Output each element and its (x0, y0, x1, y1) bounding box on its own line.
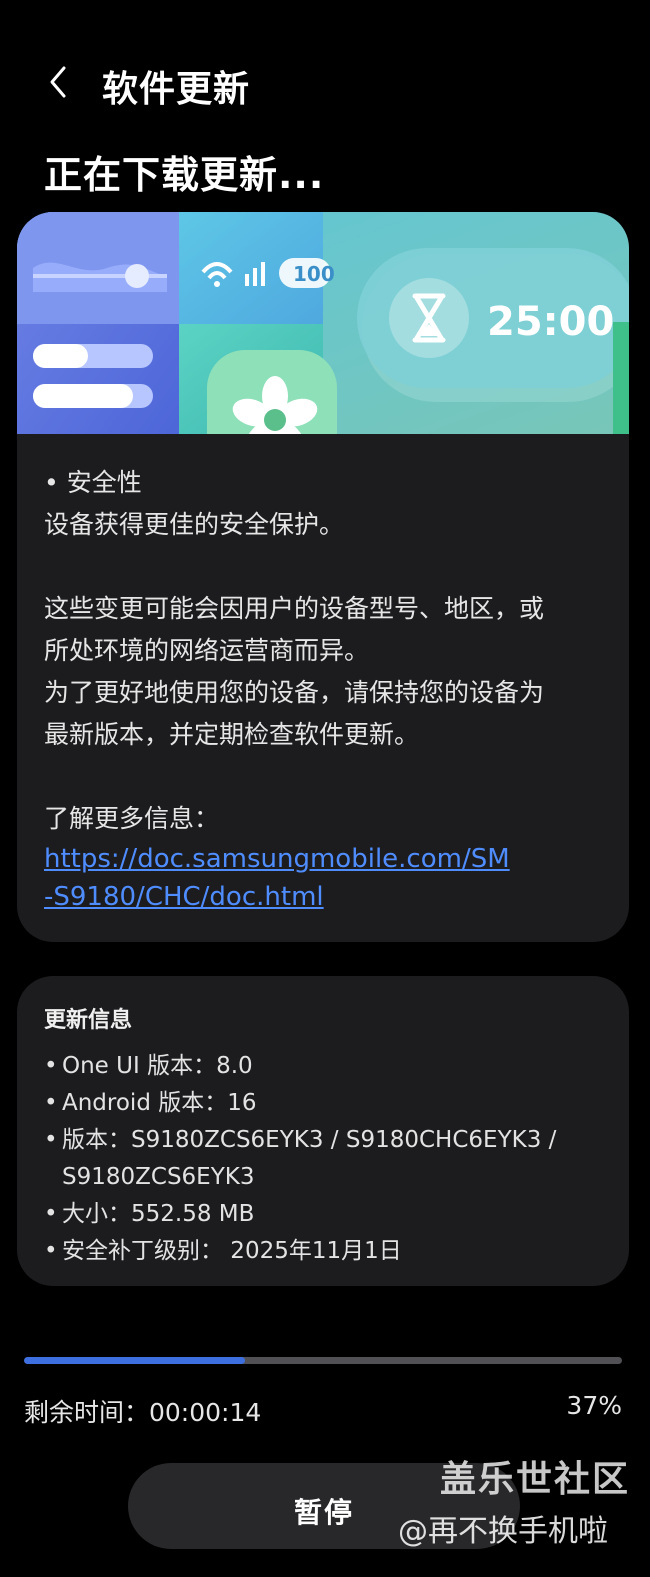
progress-percent: 37% (566, 1391, 622, 1420)
variance-note-line: 这些变更可能会因用户的设备型号、地区，或 (44, 594, 545, 623)
download-progress-fill (24, 1357, 246, 1364)
update-info-list: One UI 版本：8.0 Android 版本：16 版本：S9180ZCS6… (44, 1048, 609, 1270)
build-version: 版本：S9180ZCS6EYK3 / S9180CHC6EYK3 / S9180… (44, 1122, 609, 1196)
battery-level: 100 (293, 262, 335, 286)
release-notes-card: 100 25:00 • 安全性 设备获得更佳的安全保护。 这些变更可能会因用户的… (17, 212, 629, 942)
watermark-user: @再不换手机啦 (398, 1514, 608, 1549)
advice-note-line: 为了更好地使用您的设备，请保持您的设备为 (44, 678, 545, 707)
release-notes-link-line[interactable]: -S9180/CHC/doc.html (44, 878, 604, 916)
release-notes-link[interactable]: https://doc.samsungmobile.com/SM -S9180/… (44, 840, 604, 916)
update-info-card: 更新信息 One UI 版本：8.0 Android 版本：16 版本：S918… (17, 976, 629, 1286)
page-title: 正在下载更新... (44, 153, 325, 197)
release-notes-link-line[interactable]: https://doc.samsungmobile.com/SM (44, 840, 604, 878)
update-info-title: 更新信息 (44, 1008, 133, 1033)
feature-banner-image: 100 25:00 (17, 212, 629, 434)
header-bar: 软件更新 (0, 48, 650, 118)
header-title: 软件更新 (102, 69, 251, 110)
variance-note-line: 所处环境的网络运营商而异。 (44, 636, 370, 665)
watermark-site: 盖乐世社区 (440, 1459, 631, 1500)
back-arrow-icon[interactable] (40, 62, 80, 102)
security-patch-level: 安全补丁级别： 2025年11月1日 (44, 1233, 609, 1270)
android-version: Android 版本：16 (44, 1085, 609, 1122)
security-description: 设备获得更佳的安全保护。 (44, 510, 345, 539)
release-notes: • 安全性 设备获得更佳的安全保护。 这些变更可能会因用户的设备型号、地区，或 … (44, 462, 604, 916)
security-heading: • 安全性 (44, 468, 142, 497)
download-progress-bar (24, 1357, 622, 1364)
download-size: 大小：552.58 MB (44, 1196, 609, 1233)
remaining-time: 剩余时间：00:00:14 (24, 1398, 262, 1427)
more-info-label: 了解更多信息： (44, 804, 220, 833)
advice-note-line: 最新版本，并定期检查软件更新。 (44, 720, 420, 749)
one-ui-version: One UI 版本：8.0 (44, 1048, 609, 1085)
timer-value: 25:00 (487, 299, 614, 345)
